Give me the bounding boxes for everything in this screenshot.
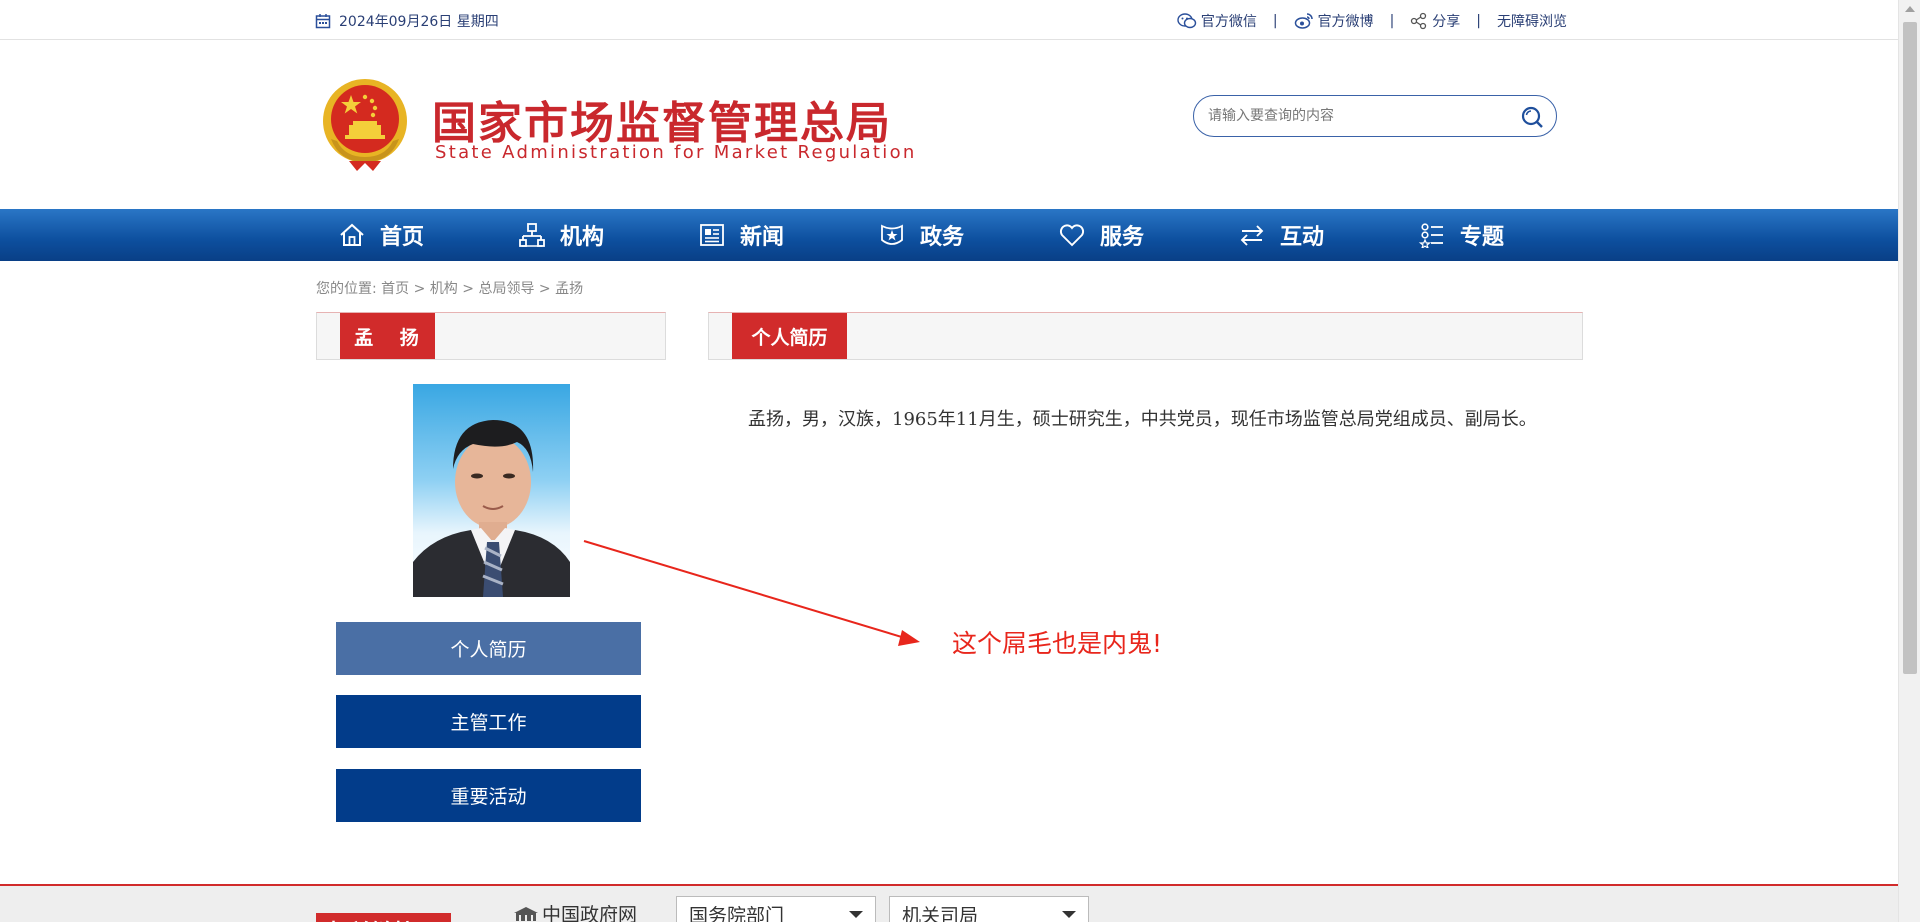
current-date: 2024年09月26日 星期四: [315, 11, 499, 31]
gov-site-label: 中国政府网: [542, 904, 638, 922]
related-links-label: 相关链接: [316, 913, 451, 922]
nav-item-topics[interactable]: 专题: [1418, 209, 1598, 261]
nav-item-home[interactable]: 首页: [338, 209, 518, 261]
breadcrumb-separator: >: [534, 281, 556, 297]
wechat-link[interactable]: 官方微信: [1177, 11, 1257, 31]
top-links: 官方微信 | 官方微博 | 分享 | 无障碍浏览: [1177, 11, 1567, 31]
annotation-text: 这个屌毛也是内鬼!: [952, 629, 1163, 658]
nav-item-government[interactable]: 政务: [878, 209, 1058, 261]
scrollbar-thumb[interactable]: [1903, 22, 1917, 674]
nav-label: 服务: [1100, 225, 1145, 250]
search-button[interactable]: [1520, 105, 1544, 133]
top-bar-inner: 2024年09月26日 星期四 官方微信 | 官方微博 | 分享 | 无障碍浏览: [315, 0, 1567, 40]
home-icon: [340, 223, 364, 246]
org-chart-icon: [519, 223, 545, 247]
nav-item-news[interactable]: 新闻: [698, 209, 878, 261]
weibo-icon: [1294, 13, 1313, 29]
accessibility-link[interactable]: 无障碍浏览: [1497, 11, 1567, 31]
search-icon: [1521, 106, 1543, 128]
nav-item-service[interactable]: 服务: [1058, 209, 1238, 261]
vertical-scrollbar[interactable]: [1898, 0, 1920, 922]
government-icon: [881, 224, 903, 245]
search-box: [1193, 95, 1557, 137]
nav-label: 政务: [920, 225, 965, 250]
main-nav-inner: 首页 机构 新闻 政务 服务 互动 专题: [338, 209, 1598, 261]
gov-site-link[interactable]: 中国政府网: [512, 900, 637, 922]
top-bar: 2024年09月26日 星期四 官方微信 | 官方微博 | 分享 | 无障碍浏览: [0, 0, 1898, 40]
site-subtitle: State Administration for Market Regulati…: [435, 142, 917, 163]
share-icon: [1411, 12, 1427, 30]
nav-label: 互动: [1280, 225, 1325, 250]
bio-panel: 个人简历: [708, 312, 1583, 360]
breadcrumb-current[interactable]: 孟扬: [555, 281, 583, 297]
breadcrumb: 您的位置: 首页 > 机构 > 总局领导 > 孟扬: [316, 278, 583, 298]
share-link[interactable]: 分享: [1410, 11, 1460, 31]
activities-button[interactable]: 重要活动: [336, 769, 641, 822]
select-value: 国务院部门: [689, 905, 785, 922]
exchange-arrows-icon: [1240, 225, 1264, 246]
profile-name-panel: 孟 扬: [316, 312, 666, 360]
breadcrumb-home[interactable]: 首页: [381, 281, 409, 297]
separator: |: [1272, 13, 1278, 29]
heart-icon: [1059, 224, 1085, 247]
wechat-icon: [1177, 13, 1197, 29]
bio-text: 孟扬，男，汉族，1965年11月生，硕士研究生，中共党员，现任市场监管总局党组成…: [748, 409, 1537, 430]
portrait-image: [413, 420, 570, 597]
breadcrumb-org[interactable]: 机构: [430, 281, 458, 297]
separator: |: [1476, 13, 1481, 29]
calendar-icon: [315, 14, 331, 29]
national-emblem-logo[interactable]: [319, 77, 411, 173]
nav-label: 新闻: [740, 225, 785, 250]
breadcrumb-prefix: 您的位置:: [316, 281, 377, 297]
chevron-down-icon: [849, 911, 863, 918]
share-label: 分享: [1432, 14, 1461, 30]
main-nav: 首页 机构 新闻 政务 服务 互动 专题: [0, 209, 1898, 261]
bio-button[interactable]: 个人简历: [336, 622, 641, 675]
select-value: 机关司局: [902, 905, 979, 922]
state-council-select[interactable]: 国务院部门: [676, 896, 876, 922]
news-icon: [700, 224, 724, 246]
nav-item-org[interactable]: 机构: [518, 209, 698, 261]
nav-label: 专题: [1460, 225, 1505, 250]
breadcrumb-leaders[interactable]: 总局领导: [478, 281, 534, 297]
date-text: 2024年09月26日 星期四: [339, 14, 499, 30]
wechat-label: 官方微信: [1200, 14, 1257, 30]
profile-photo: [413, 384, 570, 597]
search-input[interactable]: [1208, 105, 1508, 127]
breadcrumb-separator: >: [457, 281, 479, 297]
scroll-up-arrow-icon[interactable]: [1905, 6, 1915, 12]
separator: |: [1389, 13, 1395, 29]
breadcrumb-separator: >: [409, 281, 430, 297]
profile-name-tab: 孟 扬: [340, 313, 435, 359]
topic-list-icon: [1418, 223, 1443, 248]
nav-label: 首页: [380, 225, 425, 250]
nav-label: 机构: [560, 225, 605, 250]
weibo-label: 官方微博: [1317, 14, 1374, 30]
nav-item-interaction[interactable]: 互动: [1238, 209, 1418, 261]
responsibilities-button[interactable]: 主管工作: [336, 695, 641, 748]
footer-links-bar: 相关链接 中国政府网 国务院部门 机关司局: [0, 884, 1898, 922]
building-icon: [514, 906, 538, 921]
departments-select[interactable]: 机关司局: [889, 896, 1089, 922]
chevron-down-icon: [1062, 911, 1076, 918]
weibo-link[interactable]: 官方微博: [1294, 11, 1374, 31]
bio-heading-tab: 个人简历: [732, 313, 847, 359]
site-header: 国家市场监督管理总局 State Administration for Mark…: [0, 41, 1898, 209]
